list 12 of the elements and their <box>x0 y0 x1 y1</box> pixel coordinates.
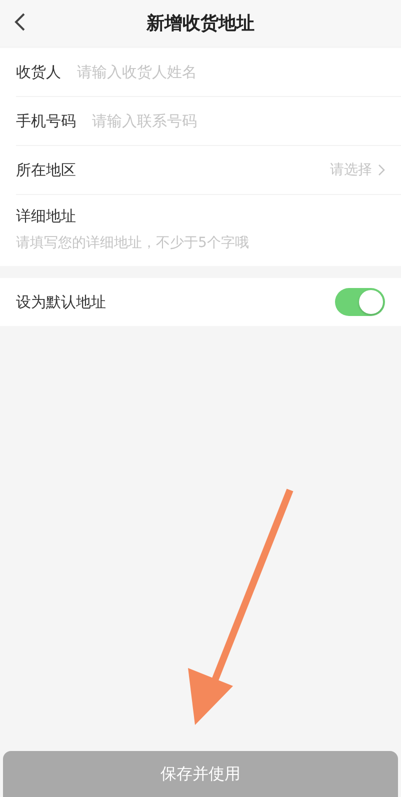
field-label: 详细地址 <box>16 207 77 226</box>
field-label: 手机号码 <box>16 112 77 130</box>
toggle-label: 设为默认地址 <box>16 292 107 312</box>
page-title: 新增收货地址 <box>146 12 254 35</box>
field-label: 所在地区 <box>16 160 77 180</box>
toggle-switch[interactable] <box>335 288 385 316</box>
input-field[interactable]: 请输入联系号码 <box>92 112 385 130</box>
input-field[interactable]: 请输入收货人姓名 <box>77 63 385 81</box>
region-select[interactable]: 请选择 <box>330 161 385 179</box>
field-label: 收货人 <box>16 62 62 82</box>
back-icon <box>14 12 26 32</box>
chevron-icon <box>378 164 385 176</box>
